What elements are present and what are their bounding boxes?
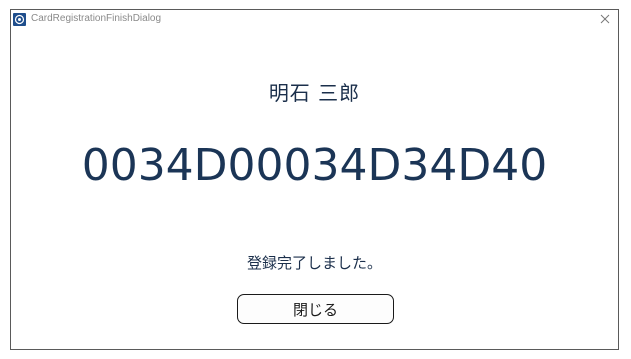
app-icon <box>13 13 26 26</box>
status-message: 登録完了しました。 <box>246 254 382 272</box>
window-close-button[interactable] <box>592 10 618 28</box>
close-icon <box>600 14 610 24</box>
close-button[interactable]: 閉じる <box>237 294 394 324</box>
card-number: 0034D00034D34D40 <box>81 140 548 191</box>
dialog-window: CardRegistrationFinishDialog 明石 三郎 0034D… <box>10 9 619 350</box>
user-name: 明石 三郎 <box>268 81 361 105</box>
window-title: CardRegistrationFinishDialog <box>31 13 162 24</box>
title-bar[interactable]: CardRegistrationFinishDialog <box>11 10 618 30</box>
dialog-content: 明石 三郎 0034D00034D34D40 登録完了しました。 閉じる <box>11 30 618 349</box>
